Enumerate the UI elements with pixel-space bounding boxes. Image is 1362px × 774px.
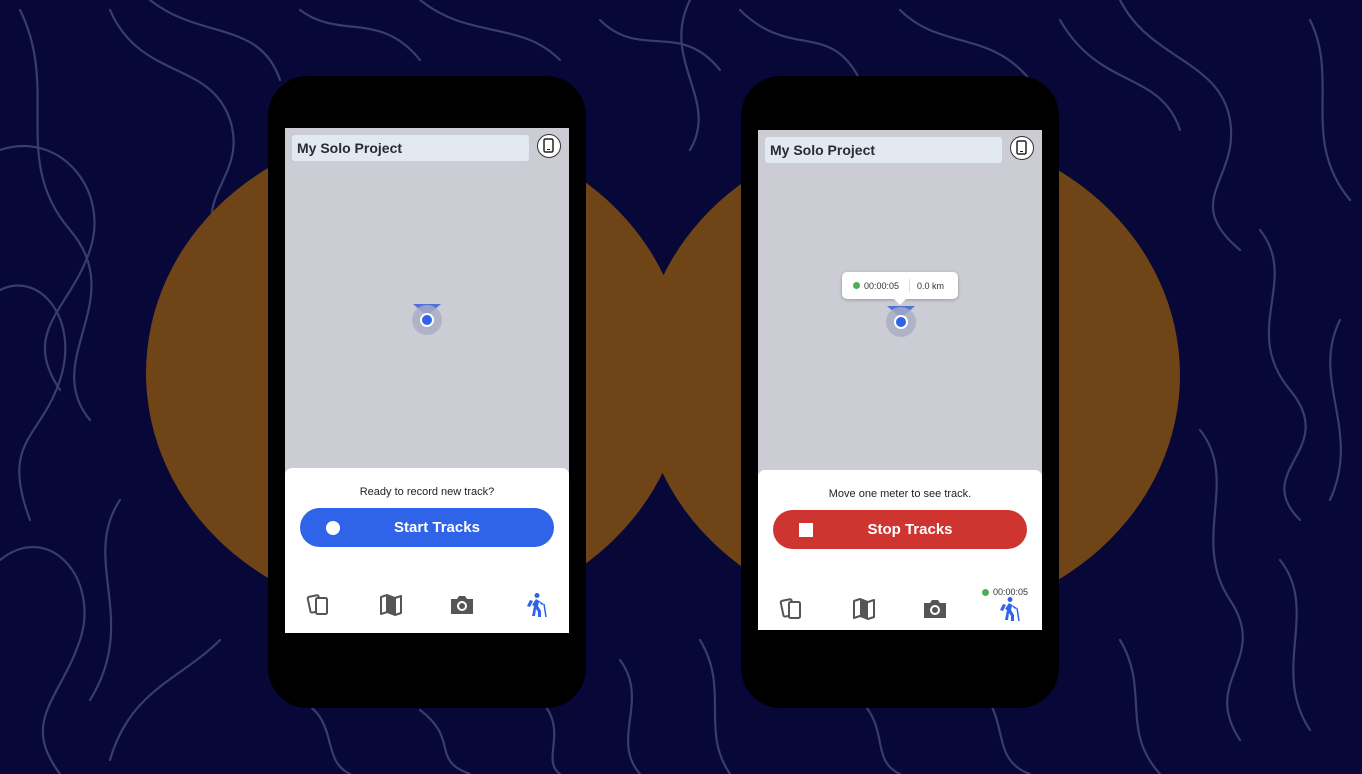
recording-dot [982, 589, 989, 596]
stop-tracks-label: Stop Tracks [867, 521, 953, 538]
bottom-nav [285, 592, 569, 622]
nav-camera[interactable] [449, 592, 475, 618]
map-screen[interactable]: My Solo Project Ready to record new trac… [285, 128, 569, 633]
phone-icon [543, 138, 554, 153]
project-title[interactable]: My Solo Project [765, 137, 1002, 163]
nav-map[interactable] [851, 596, 877, 622]
project-title[interactable]: My Solo Project [292, 135, 529, 161]
nav-tracks[interactable] [995, 596, 1021, 622]
map-screen[interactable]: My Solo Project 00:00:05 0.0 km Move one… [758, 130, 1042, 630]
map-icon [853, 598, 875, 620]
phone-icon [1016, 140, 1027, 155]
nav-camera[interactable] [922, 596, 948, 622]
map-icon [380, 594, 402, 616]
bottom-sheet: Move one meter to see track. Stop Tracks… [758, 470, 1042, 630]
cards-icon [779, 598, 801, 619]
nav-tracks[interactable] [522, 592, 548, 618]
location-marker-icon [886, 306, 916, 337]
divider [909, 279, 910, 292]
camera-icon [924, 600, 946, 618]
device-button[interactable] [1010, 136, 1034, 160]
distance: 0.0 km [917, 281, 945, 291]
camera-icon [451, 596, 473, 614]
start-tracks-label: Start Tracks [394, 519, 480, 536]
move-prompt: Move one meter to see track. [828, 488, 972, 500]
elapsed-time: 00:00:05 [864, 281, 900, 291]
phone-right: My Solo Project 00:00:05 0.0 km Move one… [741, 76, 1059, 708]
stop-tracks-button[interactable]: Stop Tracks [773, 510, 1027, 549]
tracking-status-bubble: 00:00:05 0.0 km [842, 272, 958, 305]
hiking-icon [527, 593, 547, 618]
start-tracks-button[interactable]: Start Tracks [300, 508, 554, 547]
device-button[interactable] [537, 134, 561, 158]
record-prompt: Ready to record new track? [359, 486, 495, 498]
hiking-icon [1000, 597, 1020, 622]
nav-map[interactable] [378, 592, 404, 618]
bottom-nav [758, 596, 1042, 626]
phone-left: My Solo Project Ready to record new trac… [268, 76, 586, 708]
nav-cards[interactable] [306, 592, 332, 618]
location-marker-icon [412, 304, 442, 335]
cards-icon [306, 594, 328, 615]
nav-cards[interactable] [779, 596, 805, 622]
recording-dot [853, 282, 860, 289]
bottom-sheet: Ready to record new track? Start Tracks [285, 468, 569, 633]
